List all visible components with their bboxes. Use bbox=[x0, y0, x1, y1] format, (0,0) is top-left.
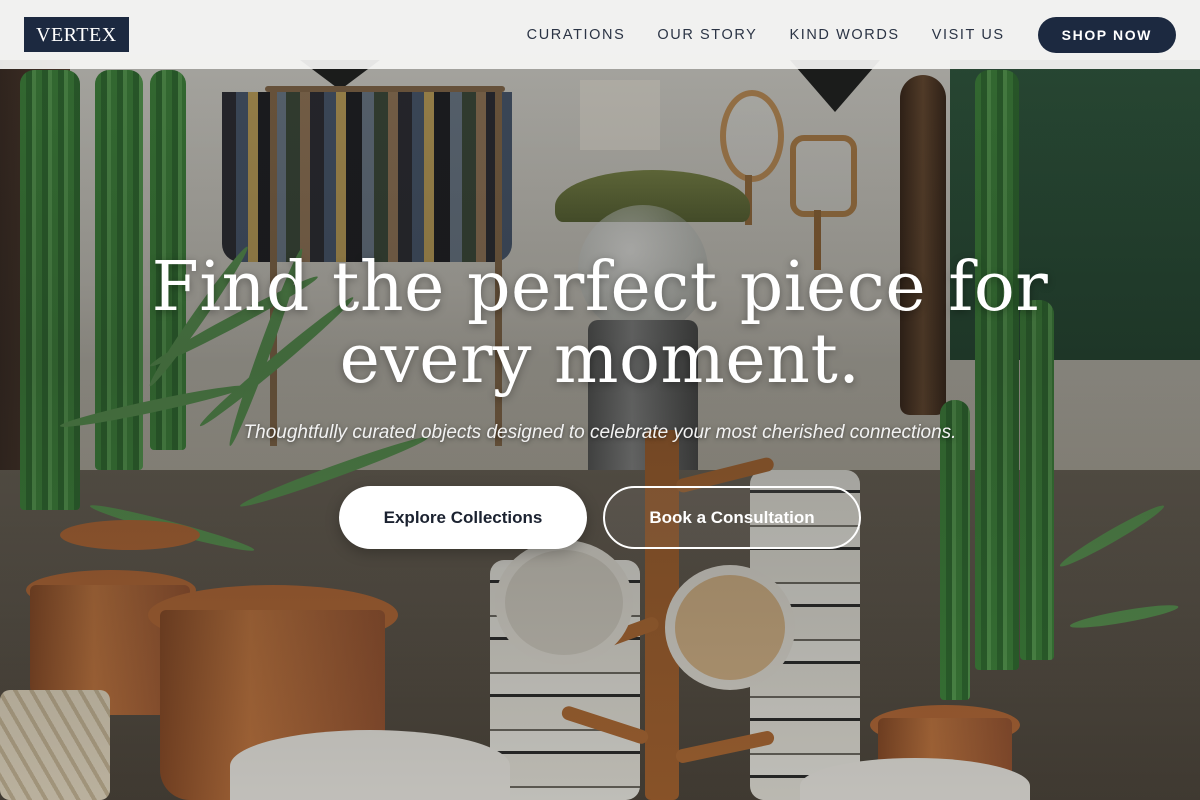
nav-link-curations[interactable]: CURATIONS bbox=[527, 27, 626, 43]
hero-title-line-1: Find the perfect piece for bbox=[151, 248, 1049, 327]
nav-link-visit-us[interactable]: VISIT US bbox=[932, 27, 1005, 43]
main-nav: CURATIONS OUR STORY KIND WORDS VISIT US … bbox=[527, 16, 1176, 53]
book-consultation-button[interactable]: Book a Consultation bbox=[603, 486, 861, 549]
shop-now-button[interactable]: SHOP NOW bbox=[1037, 16, 1176, 53]
explore-collections-button[interactable]: Explore Collections bbox=[339, 486, 587, 549]
hero-title-line-2: every moment. bbox=[339, 320, 861, 399]
nav-link-our-story[interactable]: OUR STORY bbox=[657, 27, 757, 43]
hero-subtitle: Thoughtfully curated objects designed to… bbox=[243, 422, 957, 443]
landing-page: VERTEX CURATIONS OUR STORY KIND WORDS VI… bbox=[0, 0, 1200, 800]
nav-link-kind-words[interactable]: KIND WORDS bbox=[789, 27, 899, 43]
brand-logo[interactable]: VERTEX bbox=[24, 17, 129, 52]
hero-section: Find the perfect piece for every moment.… bbox=[0, 0, 1200, 800]
hero-title: Find the perfect piece for every moment. bbox=[100, 252, 1100, 396]
site-header: VERTEX CURATIONS OUR STORY KIND WORDS VI… bbox=[0, 0, 1200, 69]
